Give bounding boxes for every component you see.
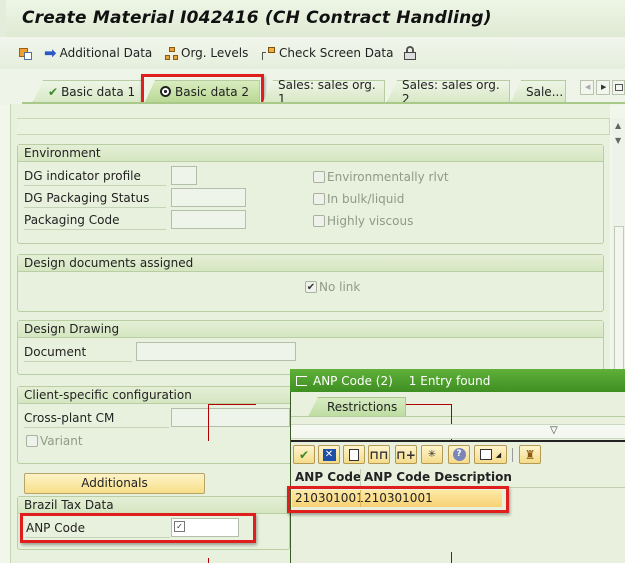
settings-button[interactable]: ♜ (519, 445, 541, 464)
column-header-anp-code[interactable]: ANP Code (295, 470, 361, 484)
variant-label: Variant (40, 434, 83, 448)
chevron-right-icon: ▶ (601, 83, 607, 91)
select-icon: ✳ (427, 449, 437, 460)
restrictions-tab[interactable]: Restrictions (308, 397, 406, 417)
tab-sales-org-2[interactable]: Sales: sales org. 2 (387, 80, 510, 102)
continue-icon: ✔ (298, 447, 310, 462)
org-levels-button[interactable]: Org. Levels (165, 44, 248, 62)
packaging-code-field[interactable] (171, 210, 246, 229)
find-icon: ⊓⊓ (369, 447, 389, 462)
checkbox-box[interactable] (26, 435, 38, 447)
environmentally-relevant-checkbox[interactable]: Environmentally rlvt (313, 169, 449, 185)
design-drawing-title: Design Drawing (18, 321, 603, 338)
find-next-icon: ⊓+ (396, 447, 416, 462)
column-header-anp-description[interactable]: ANP Code Description (364, 470, 512, 484)
anp-code-highlight-annotation (20, 513, 256, 543)
tab-sales-org-1[interactable]: Sales: sales org. 1 (263, 80, 385, 102)
tab-list-button[interactable] (612, 80, 625, 95)
checkbox-box[interactable] (313, 193, 325, 205)
cancel-icon: ✕ (322, 448, 336, 461)
popup-window-icon (296, 375, 307, 386)
settings-icon: ♜ (524, 447, 536, 462)
cross-plant-cm-label: Cross-plant CM (24, 408, 169, 428)
popup-title: ANP Code (2) (313, 373, 393, 388)
no-link-checkbox[interactable]: ✔ No link (305, 279, 360, 295)
scroll-up-icon[interactable]: ▲ (615, 121, 621, 130)
in-bulk-liquid-label: In bulk/liquid (327, 192, 405, 206)
chevron-left-icon: ◀ (585, 83, 591, 91)
check-icon: ✔ (48, 84, 59, 99)
lock-icon (404, 46, 416, 60)
switch-view-icon (19, 46, 33, 60)
org-levels-label: Org. Levels (181, 46, 249, 60)
additionals-button[interactable]: Additionals (24, 473, 205, 494)
tab-scroll-right-button[interactable]: ▶ (596, 80, 610, 95)
cancel-button[interactable]: ✕ (318, 445, 340, 464)
select-button[interactable]: ✳ (421, 445, 443, 464)
in-bulk-liquid-checkbox[interactable]: In bulk/liquid (313, 191, 404, 207)
additional-data-button[interactable]: ➡ Additional Data (44, 44, 152, 62)
tab-scroll-left-button[interactable]: ◀ (580, 80, 594, 95)
tab-basic-data-1-label: Basic data 1 (61, 84, 136, 99)
packaging-code-label: Packaging Code (24, 210, 166, 230)
page-title: Create Material I042416 (CH Contract Han… (22, 8, 492, 28)
new-document-button[interactable] (343, 445, 365, 464)
popup-entries-found: 1 Entry found (408, 373, 491, 388)
environment-title: Environment (18, 145, 603, 162)
find-button[interactable]: ⊓⊓ (368, 445, 390, 464)
find-next-button[interactable]: ⊓+ (395, 445, 417, 464)
variant-checkbox[interactable]: Variant (26, 433, 83, 449)
dg-indicator-profile-label: DG indicator profile (24, 166, 166, 186)
header-strip (17, 118, 610, 135)
dg-indicator-profile-field[interactable] (171, 166, 197, 185)
restrictions-divider (291, 416, 625, 417)
annotation-line (208, 404, 209, 441)
scroll-down-icon[interactable]: ▼ (615, 136, 621, 145)
annotation-line (406, 404, 452, 405)
tab-sales-more-label: Sale... (526, 84, 564, 99)
dg-packaging-status-field[interactable] (171, 188, 246, 207)
annotation-line (208, 558, 209, 563)
switch-view-button[interactable] (19, 44, 33, 62)
toolbar-separator (512, 448, 513, 462)
checkbox-checked[interactable]: ✔ (305, 281, 317, 293)
additional-data-label: Additional Data (59, 46, 153, 60)
print-button[interactable]: ◢ (474, 445, 507, 464)
document-field[interactable] (136, 342, 296, 361)
cross-plant-cm-field[interactable] (171, 408, 290, 427)
lock-button[interactable] (404, 44, 416, 62)
brazil-tax-title: Brazil Tax Data (18, 497, 289, 514)
check-screen-icon (262, 46, 276, 60)
highly-viscous-checkbox[interactable]: Highly viscous (313, 213, 413, 229)
annotation-line (451, 552, 452, 563)
highly-viscous-label: Highly viscous (327, 214, 414, 228)
annotation-line (208, 404, 256, 405)
filter-bar: ▽ (291, 424, 625, 439)
document-label: Document (24, 342, 132, 362)
check-screen-data-button[interactable]: Check Screen Data (262, 44, 393, 62)
checkbox-box[interactable] (313, 215, 325, 227)
design-documents-title: Design documents assigned (18, 255, 603, 272)
print-icon (479, 449, 492, 460)
no-link-label: No link (319, 280, 361, 294)
tab-basic-data-1[interactable]: ✔ Basic data 1 (33, 80, 143, 102)
tab-list-icon (615, 84, 623, 91)
row-highlight-annotation (287, 486, 509, 513)
checkbox-box[interactable] (313, 171, 325, 183)
dropdown-icon: ◢ (495, 450, 502, 459)
new-document-icon (349, 448, 359, 461)
org-levels-icon (165, 46, 178, 60)
help-button[interactable]: ? (448, 445, 470, 464)
help-icon: ? (452, 448, 466, 461)
filter-icon[interactable]: ▽ (550, 425, 558, 436)
popup-title-bar[interactable]: ANP Code (2) 1 Entry found (290, 369, 625, 392)
dg-packaging-status-label: DG Packaging Status (24, 188, 166, 208)
continue-button[interactable]: ✔ (293, 445, 315, 464)
arrow-right-icon: ➡ (44, 44, 57, 62)
environmentally-relevant-label: Environmentally rlvt (327, 170, 449, 184)
check-screen-data-label: Check Screen Data (279, 46, 394, 60)
